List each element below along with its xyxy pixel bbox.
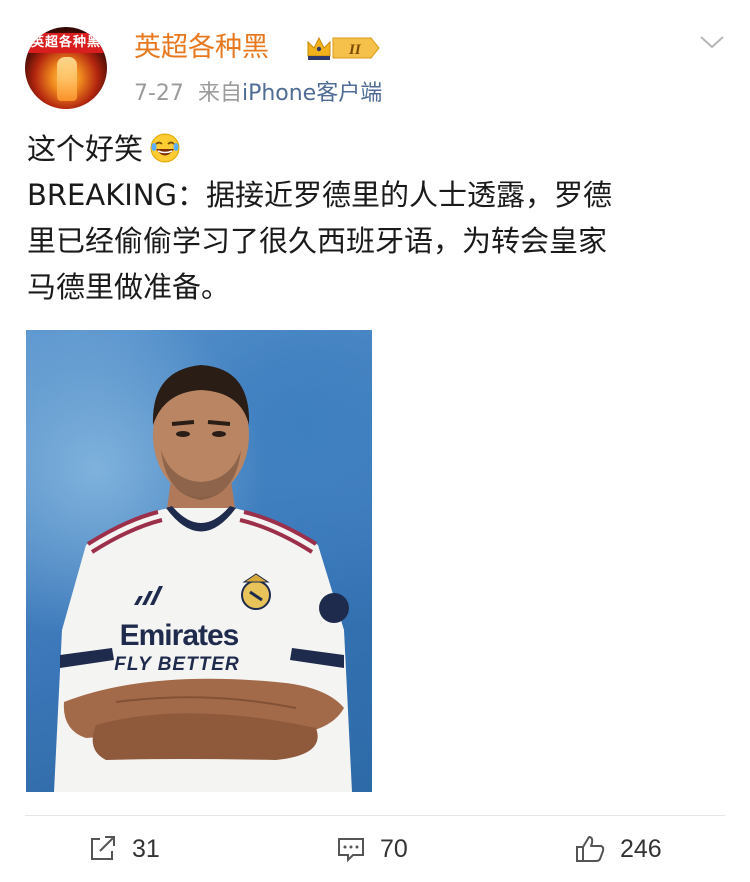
post-text-line: 这个好笑 [27, 126, 727, 172]
post-image[interactable]: Emirates FLY BETTER [26, 330, 372, 792]
jersey-tagline-text: FLY BETTER [114, 654, 240, 675]
repost-button[interactable]: 31 [88, 826, 160, 872]
post-text-line-3: 里已经偷偷学习了很久西班牙语，为转会皇家 [27, 224, 608, 258]
author-name[interactable]: 英超各种黑 [134, 30, 269, 66]
like-count: 246 [620, 834, 662, 863]
actions-divider [25, 815, 725, 816]
vip-badge[interactable]: II [305, 34, 381, 62]
jersey-sponsor-text: Emirates [119, 619, 240, 652]
badge-level: II [348, 42, 362, 58]
source-link[interactable]: iPhone客户端 [242, 81, 382, 106]
avatar-text: 英超各种黑 [25, 33, 107, 53]
post-text: 这个好笑 BREAKING：据接近罗德里的人士透露，罗德 里已经偷偷学习了很久西… [27, 126, 727, 310]
comment-button[interactable]: 70 [336, 826, 408, 872]
repost-count: 31 [132, 834, 160, 863]
laughing-emoji-icon [150, 133, 180, 163]
source-prefix: 来自 [197, 81, 242, 106]
avatar[interactable]: 英超各种黑 [25, 27, 107, 109]
comment-count: 70 [380, 834, 408, 863]
crown-icon [307, 36, 331, 60]
chevron-down-icon[interactable] [698, 32, 726, 52]
comment-icon [338, 838, 364, 863]
post-text-line-2: BREAKING：据接近罗德里的人士透露，罗德 [27, 178, 612, 212]
post-text-line-1: 这个好笑 [27, 132, 144, 166]
like-icon [576, 836, 605, 862]
repost-icon [91, 836, 115, 860]
post-text-line-4: 马德里做准备。 [27, 270, 231, 304]
post-meta: 7-27 来自iPhone客户端 [134, 79, 382, 109]
player-illustration [54, 365, 352, 792]
like-button[interactable]: 246 [574, 826, 662, 872]
post-date: 7-27 [134, 81, 184, 106]
avatar-figure [57, 57, 77, 101]
